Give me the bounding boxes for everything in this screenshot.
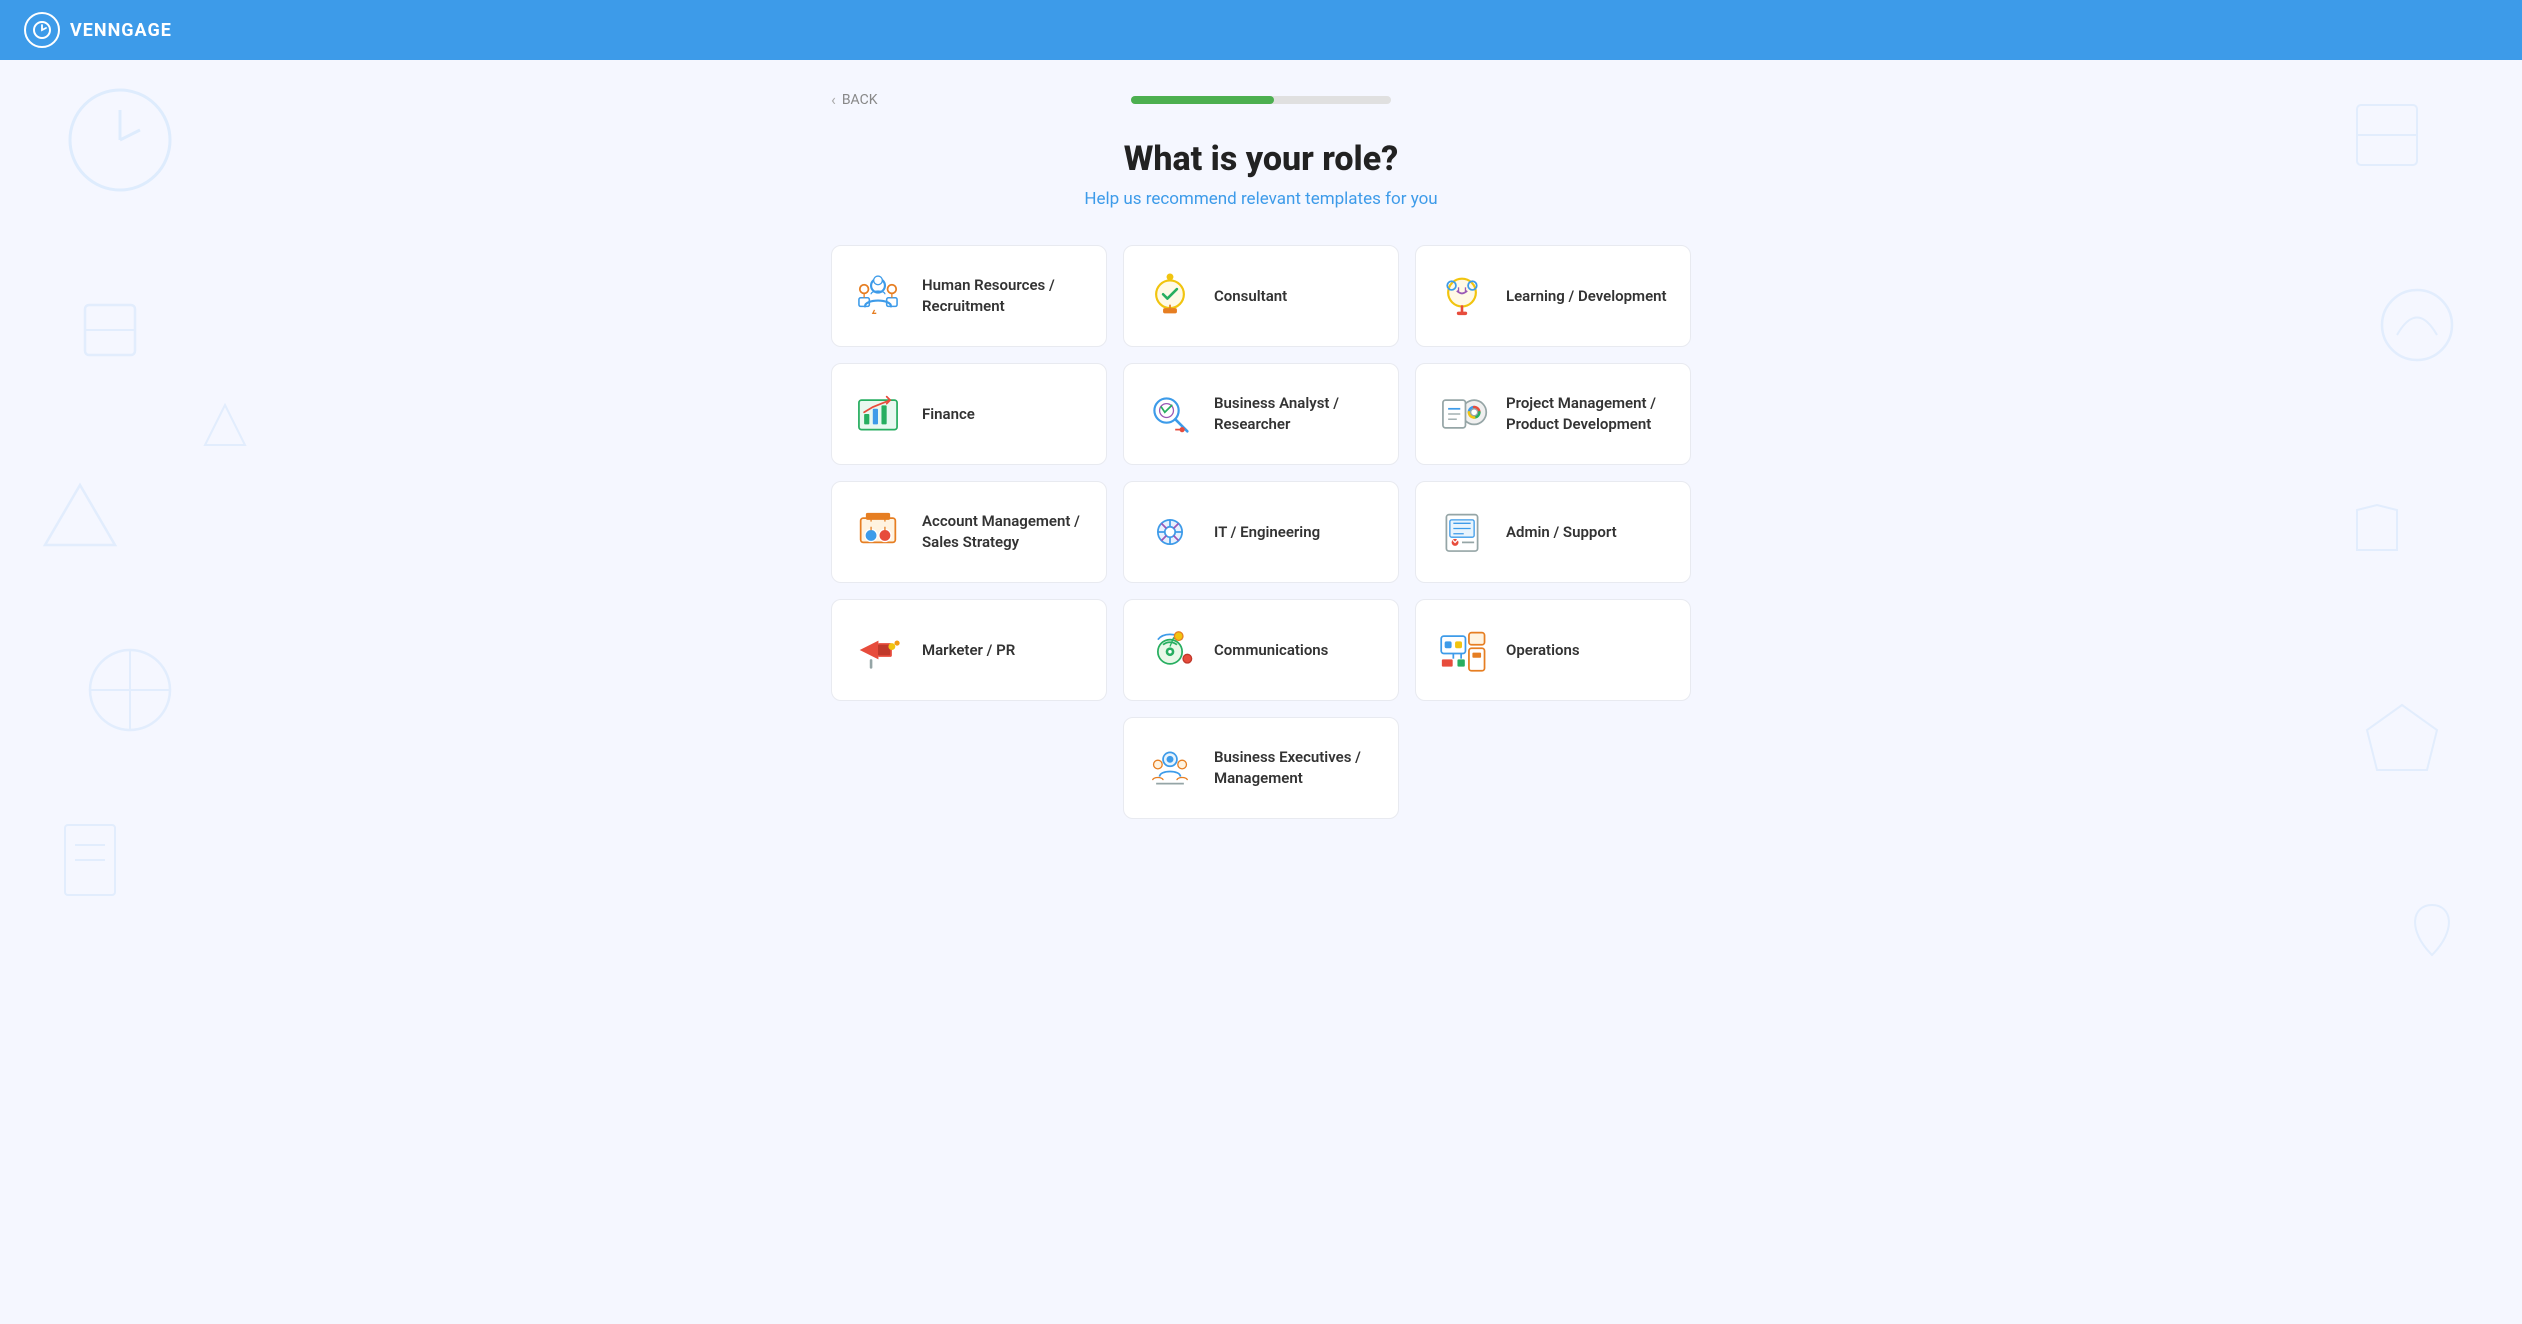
- role-label-business-executives: Business Executives /Management: [1214, 747, 1361, 789]
- role-card-finance[interactable]: Finance: [831, 363, 1107, 465]
- logo-text: VENNGAGE: [70, 20, 172, 41]
- role-label-learning-development: Learning / Development: [1506, 286, 1667, 307]
- role-icon-consultant: [1142, 268, 1198, 324]
- back-label: BACK: [842, 92, 878, 108]
- role-label-admin-support: Admin / Support: [1506, 522, 1617, 543]
- header: VENNGAGE: [0, 0, 2522, 60]
- role-label-consultant: Consultant: [1214, 286, 1287, 307]
- role-card-business-executives[interactable]: Business Executives /Management: [1123, 717, 1399, 819]
- role-icon-account-management: [850, 504, 906, 560]
- role-icon-learning-development: [1434, 268, 1490, 324]
- role-card-account-management[interactable]: Account Management /Sales Strategy: [831, 481, 1107, 583]
- role-label-finance: Finance: [922, 404, 975, 425]
- role-icon-human-resources: [850, 268, 906, 324]
- page-subtitle: Help us recommend relevant templates for…: [831, 189, 1691, 209]
- role-card-consultant[interactable]: Consultant: [1123, 245, 1399, 347]
- role-label-account-management: Account Management /Sales Strategy: [922, 511, 1080, 553]
- role-card-human-resources[interactable]: Human Resources /Recruitment: [831, 245, 1107, 347]
- role-card-operations[interactable]: Operations: [1415, 599, 1691, 701]
- role-label-marketer-pr: Marketer / PR: [922, 640, 1015, 661]
- role-icon-communications: [1142, 622, 1198, 678]
- role-icon-it-engineering: [1142, 504, 1198, 560]
- role-icon-admin-support: [1434, 504, 1490, 560]
- role-card-it-engineering[interactable]: IT / Engineering: [1123, 481, 1399, 583]
- role-card-business-analyst[interactable]: Business Analyst /Researcher: [1123, 363, 1399, 465]
- logo: VENNGAGE: [24, 12, 172, 48]
- role-icon-operations: [1434, 622, 1490, 678]
- role-card-project-management[interactable]: Project Management /Product Development: [1415, 363, 1691, 465]
- back-arrow-icon: ‹: [831, 90, 836, 109]
- role-icon-business-analyst: [1142, 386, 1198, 442]
- role-label-project-management: Project Management /Product Development: [1506, 393, 1656, 435]
- role-label-operations: Operations: [1506, 640, 1580, 661]
- page-title: What is your role?: [831, 139, 1691, 179]
- top-bar: ‹ BACK: [831, 90, 1691, 109]
- role-icon-project-management: [1434, 386, 1490, 442]
- role-card-marketer-pr[interactable]: Marketer / PR: [831, 599, 1107, 701]
- role-icon-business-executives: [1142, 740, 1198, 796]
- role-card-admin-support[interactable]: Admin / Support: [1415, 481, 1691, 583]
- role-label-business-analyst: Business Analyst /Researcher: [1214, 393, 1339, 435]
- role-icon-marketer-pr: [850, 622, 906, 678]
- role-label-it-engineering: IT / Engineering: [1214, 522, 1320, 543]
- progress-bar: [1131, 96, 1391, 104]
- role-label-human-resources: Human Resources /Recruitment: [922, 275, 1055, 317]
- progress-bar-fill: [1131, 96, 1274, 104]
- role-card-communications[interactable]: Communications: [1123, 599, 1399, 701]
- logo-icon: [24, 12, 60, 48]
- back-button[interactable]: ‹ BACK: [831, 90, 878, 109]
- role-label-communications: Communications: [1214, 640, 1328, 661]
- roles-grid: Human Resources /Recruitment Consultant …: [831, 245, 1691, 819]
- role-icon-finance: [850, 386, 906, 442]
- role-card-learning-development[interactable]: Learning / Development: [1415, 245, 1691, 347]
